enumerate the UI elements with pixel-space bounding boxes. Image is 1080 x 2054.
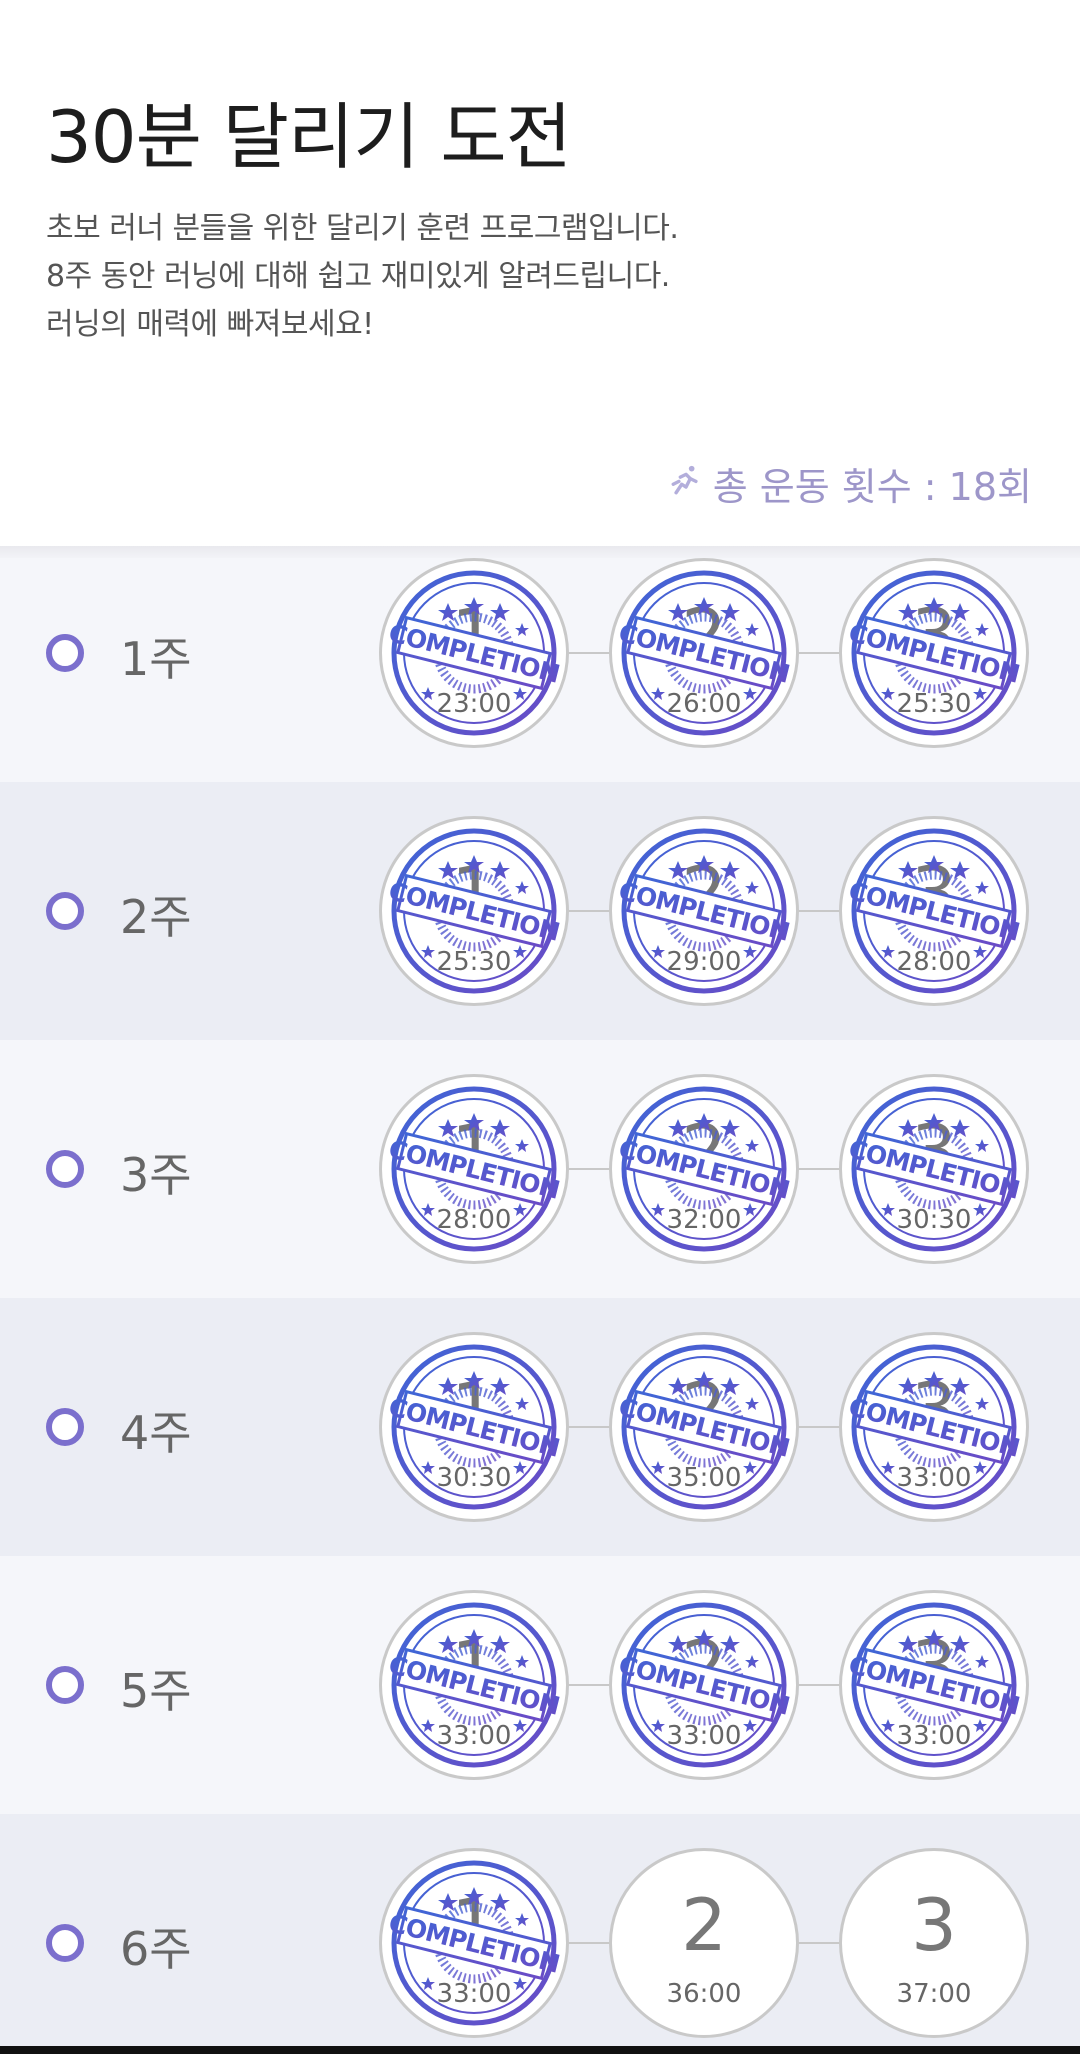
day-number: 1 (451, 1367, 497, 1451)
page-title: 30분 달리기 도전 (46, 95, 572, 179)
day-button[interactable]: 1 23:00 COMPLETION (379, 558, 569, 748)
timeline-dot (46, 634, 84, 672)
day-connector (567, 1168, 611, 1170)
day-connector (797, 652, 841, 654)
day-button[interactable]: 2 36:00 (609, 1848, 799, 2038)
day-connector (567, 1426, 611, 1428)
day-time: 28:00 (436, 1205, 512, 1235)
day-time: 35:00 (666, 1463, 742, 1493)
week-list: 1주 1 23:00 COMPLETION 2 26:00 COMPLETION 3 25:30… (0, 558, 1080, 2048)
week-label: 4주 (120, 1406, 192, 1460)
day-connector (567, 1684, 611, 1686)
day-button[interactable]: 3 25:30 COMPLETION (839, 558, 1029, 748)
day-connector (567, 652, 611, 654)
day-number: 3 (911, 1109, 957, 1193)
day-button[interactable]: 3 33:00 COMPLETION (839, 1590, 1029, 1780)
day-number: 1 (451, 1625, 497, 1709)
timeline-dot (46, 1924, 84, 1962)
day-button[interactable]: 1 33:00 COMPLETION (379, 1848, 569, 2038)
timeline-dot (46, 892, 84, 930)
day-number: 2 (681, 1625, 727, 1709)
day-time: 33:00 (666, 1721, 742, 1751)
timeline-dot (46, 1408, 84, 1446)
week-label: 2주 (120, 890, 192, 944)
week-label: 5주 (120, 1664, 192, 1718)
day-time: 30:30 (896, 1205, 972, 1235)
week-row[interactable]: 2주 1 25:30 COMPLETION 2 29:00 COMPLETION 3 28:00… (0, 782, 1080, 1040)
day-number: 2 (681, 851, 727, 935)
description-line: 8주 동안 러닝에 대해 쉽고 재미있게 알려드립니다. (46, 259, 670, 294)
day-button[interactable]: 3 30:30 COMPLETION (839, 1074, 1029, 1264)
day-number: 3 (911, 593, 957, 677)
day-button[interactable]: 2 35:00 COMPLETION (609, 1332, 799, 1522)
week-row[interactable]: 6주 1 33:00 COMPLETION 2 36:00 3 37:00 (0, 1814, 1080, 2048)
description-line: 러닝의 매력에 빠져보세요! (46, 307, 374, 342)
week-label: 3주 (120, 1148, 192, 1202)
program-header: 30분 달리기 도전 초보 러너 분들을 위한 달리기 훈련 프로그램입니다. … (0, 0, 1080, 548)
day-time: 30:30 (436, 1463, 512, 1493)
day-time: 25:30 (436, 947, 512, 977)
day-button[interactable]: 1 30:30 COMPLETION (379, 1332, 569, 1522)
day-time: 32:00 (666, 1205, 742, 1235)
program-description: 초보 러너 분들을 위한 달리기 훈련 프로그램입니다. 8주 동안 러닝에 대… (46, 205, 679, 349)
runner-icon (669, 462, 703, 506)
day-button[interactable]: 3 28:00 COMPLETION (839, 816, 1029, 1006)
description-line: 초보 러너 분들을 위한 달리기 훈련 프로그램입니다. (46, 211, 679, 246)
day-button[interactable]: 1 25:30 COMPLETION (379, 816, 569, 1006)
day-time: 29:00 (666, 947, 742, 977)
day-number: 1 (451, 1109, 497, 1193)
day-connector (797, 1168, 841, 1170)
day-connector (797, 1684, 841, 1686)
day-connector (797, 910, 841, 912)
timeline-dot (46, 1150, 84, 1188)
day-number: 1 (451, 851, 497, 935)
week-label: 6주 (120, 1922, 192, 1976)
day-button[interactable]: 3 33:00 COMPLETION (839, 1332, 1029, 1522)
total-workouts: 총 운동 횟수 : 18회 (669, 456, 1032, 511)
day-button[interactable]: 2 32:00 COMPLETION (609, 1074, 799, 1264)
day-button[interactable]: 2 26:00 COMPLETION (609, 558, 799, 748)
day-connector (567, 1942, 611, 1944)
week-row[interactable]: 1주 1 23:00 COMPLETION 2 26:00 COMPLETION 3 25:30… (0, 558, 1080, 782)
day-number: 2 (681, 1367, 727, 1451)
timeline-dot (46, 1666, 84, 1704)
week-label: 1주 (120, 632, 192, 686)
week-row[interactable]: 4주 1 30:30 COMPLETION 2 35:00 COMPLETION 3 33:00… (0, 1298, 1080, 1556)
bottom-edge (0, 2046, 1080, 2054)
day-number: 3 (911, 851, 957, 935)
day-button[interactable]: 1 33:00 COMPLETION (379, 1590, 569, 1780)
day-time: 28:00 (896, 947, 972, 977)
day-time: 25:30 (896, 689, 972, 719)
day-number: 1 (451, 1883, 497, 1967)
day-number: 3 (911, 1625, 957, 1709)
day-time: 33:00 (436, 1721, 512, 1751)
day-button[interactable]: 1 28:00 COMPLETION (379, 1074, 569, 1264)
day-button[interactable]: 3 37:00 (839, 1848, 1029, 2038)
day-button[interactable]: 2 29:00 COMPLETION (609, 816, 799, 1006)
week-row[interactable]: 3주 1 28:00 COMPLETION 2 32:00 COMPLETION 3 30:30… (0, 1040, 1080, 1298)
day-button[interactable]: 2 33:00 COMPLETION (609, 1590, 799, 1780)
day-number: 2 (681, 593, 727, 677)
day-number: 2 (681, 1109, 727, 1193)
day-number: 3 (911, 1367, 957, 1451)
week-row[interactable]: 5주 1 33:00 COMPLETION 2 33:00 COMPLETION 3 33:00… (0, 1556, 1080, 1814)
day-number: 3 (911, 1883, 957, 1967)
day-number: 1 (451, 593, 497, 677)
day-connector (797, 1942, 841, 1944)
day-time: 26:00 (666, 689, 742, 719)
day-time: 33:00 (896, 1463, 972, 1493)
day-time: 33:00 (896, 1721, 972, 1751)
day-number: 2 (681, 1883, 727, 1967)
day-connector (567, 910, 611, 912)
day-time: 33:00 (436, 1979, 512, 2009)
day-time: 36:00 (666, 1979, 742, 2009)
day-connector (797, 1426, 841, 1428)
day-time: 37:00 (896, 1979, 972, 2009)
total-workouts-label: 총 운동 횟수 : 18회 (712, 465, 1032, 509)
day-time: 23:00 (436, 689, 512, 719)
